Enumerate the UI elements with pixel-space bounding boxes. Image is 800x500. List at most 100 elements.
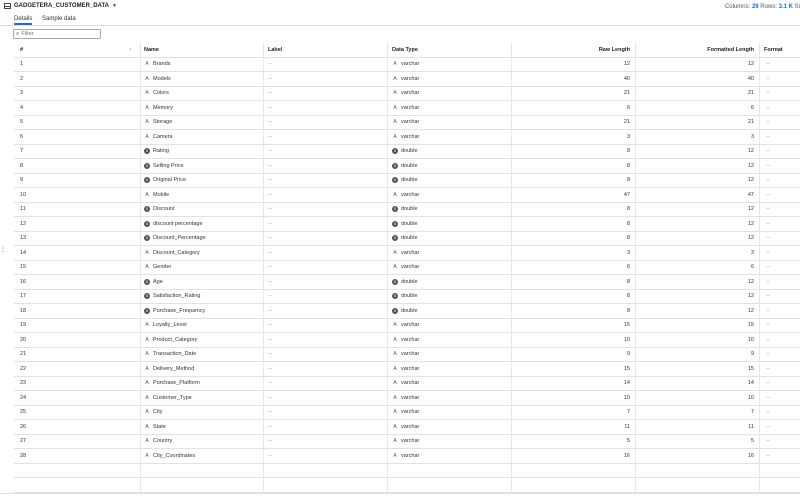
text-type-icon: A xyxy=(145,409,149,416)
formatted-length: 3 xyxy=(750,133,754,140)
chevron-down-icon[interactable]: ▼ xyxy=(112,3,117,9)
raw-length: 10 xyxy=(623,336,630,343)
text-type-icon: A xyxy=(145,119,149,126)
sort-arrow-icon[interactable]: ↑ xyxy=(129,43,132,57)
numeric-type-icon: 0 xyxy=(144,220,150,227)
text-type-icon: A xyxy=(145,336,149,343)
table-row[interactable]: 3 A Colors -- Avarchar 21 21 -- xyxy=(14,87,800,101)
table-row[interactable]: 20 A Product_Category -- Avarchar 10 10 -- xyxy=(14,333,800,348)
text-type-icon: A xyxy=(145,104,149,111)
raw-length: 6 xyxy=(626,104,630,111)
table-row[interactable]: 27 A Country -- Avarchar 5 5 -- xyxy=(14,435,800,449)
data-type-text: varchar xyxy=(401,365,420,372)
column-name: A Loyalty_Level xyxy=(144,319,259,333)
data-type: Avarchar xyxy=(392,362,502,376)
row-number: 11 xyxy=(20,206,26,213)
table-row[interactable]: 21 A Transaction_Date -- Avarchar 9 9 -- xyxy=(14,348,800,362)
column-format: -- xyxy=(766,75,770,82)
row-number: 19 xyxy=(20,322,27,329)
column-format: -- xyxy=(766,235,770,242)
filter-input[interactable] xyxy=(21,31,92,37)
table-row[interactable]: 12 0 discount percentage -- 0 double 8 12 -- xyxy=(14,217,800,232)
table-row[interactable]: 22 A Delivery_Method -- Avarchar 15 15 -- xyxy=(14,362,800,377)
table-row[interactable]: 25 A City -- Avarchar 7 7 -- xyxy=(14,406,800,420)
header-num[interactable]: # xyxy=(20,43,120,57)
column-label: -- xyxy=(268,278,272,285)
row-number: 2 xyxy=(20,75,24,82)
table-row[interactable]: 14 A Discount_Category -- Avarchar 3 3 -- xyxy=(14,246,800,261)
numeric-type-icon: 0 xyxy=(144,307,150,314)
raw-length: 8 xyxy=(626,206,630,213)
table-row[interactable]: 7 0 Rating -- 0 double 8 12 -- xyxy=(14,145,800,159)
columns-label: Columns: xyxy=(724,4,751,10)
column-format: -- xyxy=(766,336,770,343)
data-type: Avarchar xyxy=(392,435,502,449)
column-label: -- xyxy=(268,220,272,227)
data-type: 0 double xyxy=(392,232,502,246)
table-row[interactable]: 17 0 Satisfaction_Rating -- 0 double 8 12 -- xyxy=(14,290,800,304)
table-row[interactable]: 2 A Models -- Avarchar 40 40 -- xyxy=(14,72,800,87)
table-title-dropdown[interactable]: GADGETERA_CUSTOMER_DATA ▼ xyxy=(4,3,117,9)
formatted-length: 11 xyxy=(748,423,754,430)
header-data-type[interactable]: Data Type xyxy=(392,43,502,57)
column-label: -- xyxy=(268,104,272,111)
table-row[interactable]: 5 A Storage -- Avarchar 21 21 -- xyxy=(14,116,800,130)
table-row[interactable]: 6 A Camera -- Avarchar 3 3 -- xyxy=(14,130,800,145)
tab-sample-data[interactable]: Sample data xyxy=(42,16,76,22)
column-format: -- xyxy=(766,119,770,126)
table-row[interactable]: 23 A Purchase_Platform -- Avarchar 14 14 -- xyxy=(14,377,800,391)
formatted-length: 5 xyxy=(750,438,754,445)
row-number: 22 xyxy=(20,365,27,372)
text-type-icon: A xyxy=(393,336,397,343)
table-row[interactable]: 28 A City_Coordinates -- Avarchar 16 16 -- xyxy=(14,449,800,464)
column-format: -- xyxy=(766,61,770,68)
table-row[interactable]: 13 0 Discount_Percentage -- 0 double 8 12 -- xyxy=(14,232,800,246)
table-row[interactable]: 9 0 Original Price -- 0 double 8 12 -- xyxy=(14,174,800,188)
column-name: A Product_Category xyxy=(144,333,259,347)
column-name: A Transaction_Date xyxy=(144,348,259,362)
data-type-text: varchar xyxy=(401,336,420,343)
empty-row xyxy=(14,464,800,478)
numeric-type-icon: 0 xyxy=(144,278,150,285)
formatted-length: 7 xyxy=(750,409,754,416)
data-type-text: double xyxy=(401,162,418,169)
column-name-text: Discount_Percentage xyxy=(153,235,206,242)
header-label[interactable]: Label xyxy=(268,43,378,57)
header-name[interactable]: Name xyxy=(144,43,254,57)
table-row[interactable]: 1 A Brands -- Avarchar 12 12 -- xyxy=(14,58,800,72)
header-formatted-length[interactable]: Formatted Length xyxy=(638,43,754,57)
text-type-icon: A xyxy=(393,104,397,111)
table-row[interactable]: 11 0 Discount -- 0 double 8 12 -- xyxy=(14,203,800,217)
table-row[interactable]: 26 A State -- Avarchar 11 11 -- xyxy=(14,420,800,435)
filter-box[interactable]: ⌕ xyxy=(13,29,101,39)
table-row[interactable]: 24 A Customer_Type -- Avarchar 10 10 -- xyxy=(14,391,800,406)
tab-details[interactable]: Details xyxy=(14,16,33,25)
row-number: 23 xyxy=(20,380,27,387)
row-number: 7 xyxy=(20,148,24,155)
table-row[interactable]: 18 0 Purchase_Frequency -- 0 double 8 12 -- xyxy=(14,304,800,319)
column-label: -- xyxy=(268,322,272,329)
numeric-type-icon: 0 xyxy=(392,162,398,169)
column-label: -- xyxy=(268,336,272,343)
data-type-text: varchar xyxy=(401,452,420,459)
table-row[interactable]: 4 A Memory -- Avarchar 6 6 -- xyxy=(14,101,800,116)
table-row[interactable]: 19 A Loyalty_Level -- Avarchar 15 15 -- xyxy=(14,319,800,333)
resize-handle-icon[interactable]: ⋮ xyxy=(0,246,6,253)
table-row[interactable]: 8 0 Selling Price -- 0 double 8 12 -- xyxy=(14,159,800,174)
column-name-text: Storage xyxy=(153,119,173,126)
data-type-text: double xyxy=(401,278,418,285)
raw-length: 21 xyxy=(623,119,630,126)
column-format: -- xyxy=(766,90,770,97)
column-label: -- xyxy=(268,206,272,213)
data-type: Avarchar xyxy=(392,319,502,333)
raw-length: 8 xyxy=(626,162,630,169)
header-raw-length[interactable]: Raw Length xyxy=(514,43,630,57)
header-format[interactable]: Format xyxy=(764,43,800,57)
text-type-icon: A xyxy=(393,452,397,459)
column-format: -- xyxy=(766,409,770,416)
data-type: 0 double xyxy=(392,203,502,217)
table-row[interactable]: 15 A Gender -- Avarchar 6 6 -- xyxy=(14,261,800,275)
table-row[interactable]: 10 A Mobile -- Avarchar 47 47 -- xyxy=(14,188,800,203)
text-type-icon: A xyxy=(393,133,397,140)
table-row[interactable]: 16 0 Age -- 0 double 8 12 -- xyxy=(14,275,800,290)
